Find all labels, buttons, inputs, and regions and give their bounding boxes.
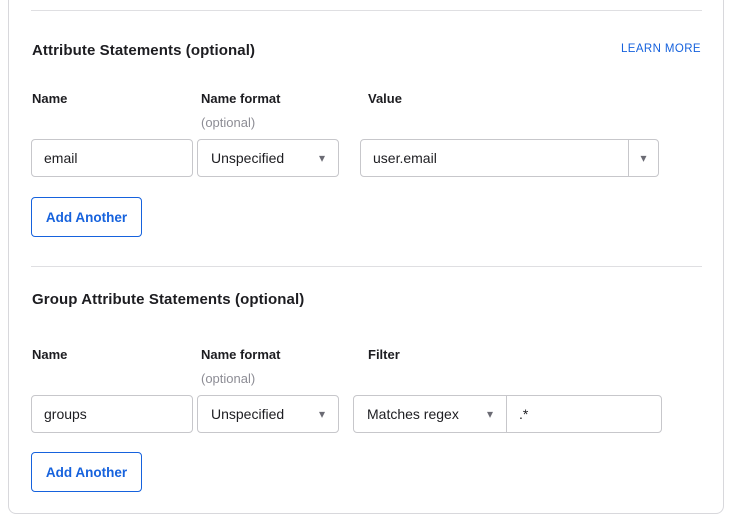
section-title: Group Attribute Statements (optional) — [32, 292, 304, 308]
group-name-format-selected-value: Unspecified — [211, 406, 284, 422]
learn-more-link[interactable]: LEARN MORE — [621, 43, 701, 55]
caret-down-icon: ▾ — [640, 152, 646, 164]
column-header-name-format-optional: (optional) — [201, 116, 255, 130]
group-name-format-select[interactable]: Unspecified ▾ — [197, 395, 339, 433]
column-header-name: Name — [32, 348, 67, 362]
column-header-name-format: Name format — [201, 92, 280, 106]
add-another-button[interactable]: Add Another — [31, 452, 142, 492]
column-header-name: Name — [32, 92, 67, 106]
name-format-select[interactable]: Unspecified ▾ — [197, 139, 339, 177]
name-format-selected-value: Unspecified — [211, 150, 284, 166]
section-title: Attribute Statements (optional) — [32, 43, 255, 59]
caret-down-icon: ▾ — [319, 408, 325, 420]
section-divider — [31, 10, 702, 11]
column-header-name-format: Name format — [201, 348, 280, 362]
filter-value-input[interactable] — [506, 395, 662, 433]
group-attribute-name-input[interactable] — [31, 395, 193, 433]
settings-card — [8, 0, 724, 514]
caret-down-icon: ▾ — [319, 152, 325, 164]
filter-type-selected-value: Matches regex — [367, 406, 459, 422]
column-header-name-format-optional: (optional) — [201, 372, 255, 386]
add-another-button[interactable]: Add Another — [31, 197, 142, 237]
attribute-value-input[interactable] — [360, 139, 629, 177]
attribute-name-input[interactable] — [31, 139, 193, 177]
column-header-value: Value — [368, 92, 402, 106]
caret-down-icon: ▾ — [487, 408, 493, 420]
section-divider — [31, 266, 702, 267]
filter-type-select[interactable]: Matches regex ▾ — [353, 395, 507, 433]
column-header-filter: Filter — [368, 348, 400, 362]
attribute-value-dropdown-button[interactable]: ▾ — [628, 139, 659, 177]
